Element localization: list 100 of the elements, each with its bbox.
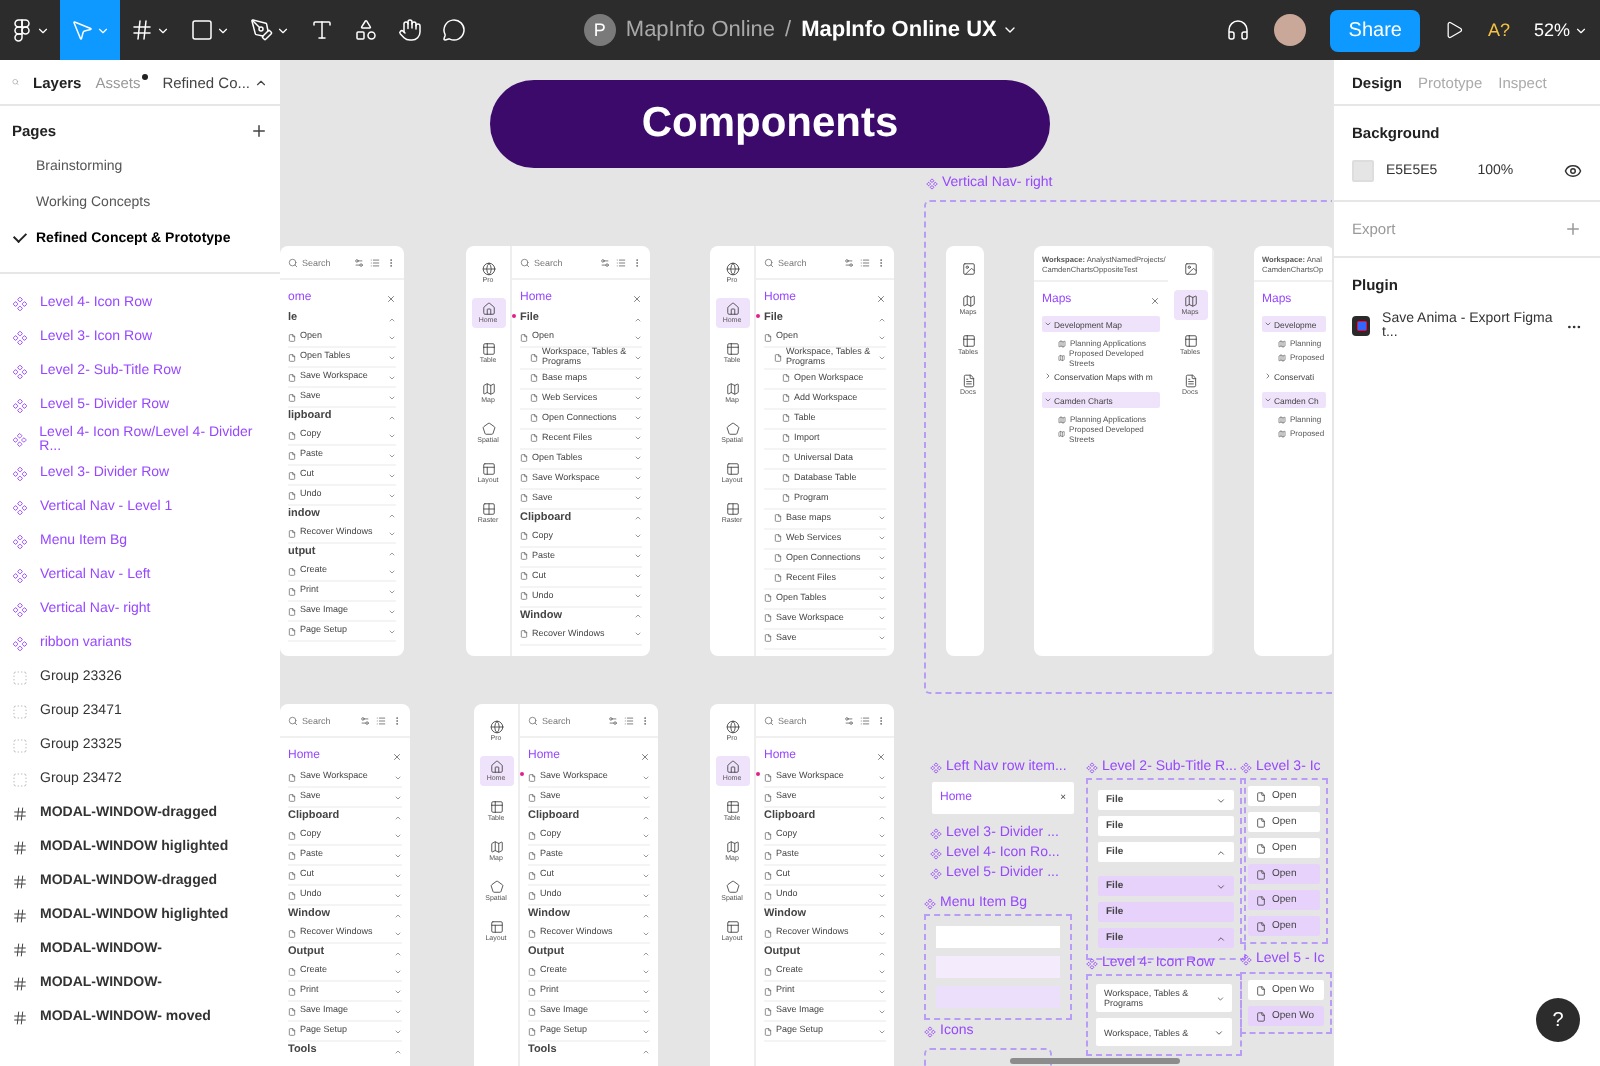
- layout-icon: [725, 462, 739, 476]
- component-icon: [12, 499, 28, 515]
- file-name[interactable]: MapInfo Online UX: [801, 18, 1019, 42]
- file-icon: [520, 333, 528, 341]
- map-icon: [725, 840, 739, 854]
- file-icon: [764, 634, 772, 643]
- component-icon: [1240, 953, 1252, 965]
- home-icon: [489, 760, 503, 774]
- layout-icon: [481, 462, 495, 476]
- map-icon: [725, 382, 739, 396]
- caret-icon: [276, 23, 290, 37]
- file-icon: [530, 394, 538, 403]
- zoom-menu[interactable]: 52%: [1533, 20, 1588, 40]
- help-button[interactable]: ?: [1536, 998, 1580, 1042]
- hash-icon: [12, 873, 28, 889]
- document-icon: [1183, 374, 1197, 388]
- map-icon: [1278, 429, 1286, 438]
- sliders-icon: [844, 257, 854, 267]
- map-icon: [1183, 294, 1197, 308]
- list-icon: [376, 715, 386, 725]
- file-icon: [528, 891, 536, 899]
- document-icon: [961, 374, 975, 388]
- caret-icon: [1574, 23, 1588, 37]
- file-icon: [288, 491, 296, 499]
- component-icon: [930, 827, 942, 839]
- file-icon: [288, 607, 296, 615]
- team-avatar: P: [583, 14, 616, 46]
- file-icon: [764, 831, 772, 839]
- file-icon: [528, 773, 536, 781]
- file-icon: [528, 967, 536, 975]
- indicator-dot: [511, 314, 515, 318]
- file-icon: [520, 630, 528, 639]
- text-tool-icon: [310, 18, 334, 42]
- map-icon: [1058, 353, 1066, 362]
- unread-dot: [142, 73, 149, 79]
- file-icon: [288, 967, 296, 975]
- file-icon: [782, 454, 790, 463]
- hash-icon: [12, 907, 28, 923]
- layout-icon: [725, 920, 739, 934]
- file-icon: [528, 1007, 536, 1015]
- eye-icon[interactable]: [1564, 162, 1582, 180]
- color-swatch[interactable]: [1352, 160, 1374, 182]
- file-icon: [288, 773, 296, 781]
- project-name: MapInfo Online: [625, 18, 776, 42]
- plus-icon[interactable]: [250, 122, 268, 140]
- play-icon[interactable]: [1443, 20, 1464, 40]
- sliders-icon: [354, 257, 364, 267]
- file-icon: [774, 554, 782, 563]
- caret-icon: [216, 23, 230, 37]
- component-icon: [930, 847, 942, 859]
- caret-icon: [156, 23, 170, 37]
- component-icon: [12, 567, 28, 583]
- file-icon: [288, 851, 296, 859]
- grid-icon: [481, 502, 495, 516]
- scrollbar[interactable]: [1010, 1058, 1180, 1064]
- component-icon: [1086, 761, 1098, 773]
- pentagon-icon: [725, 422, 739, 436]
- list-icon: [624, 715, 634, 725]
- file-icon: [764, 967, 772, 975]
- file-icon: [520, 474, 528, 483]
- list-icon: [616, 257, 626, 267]
- map-icon: [481, 382, 495, 396]
- file-icon: [1256, 921, 1266, 931]
- table-icon: [489, 800, 503, 814]
- user-avatar: [1274, 14, 1307, 46]
- component-icon: [926, 177, 938, 189]
- menu-item-background: [936, 926, 1060, 948]
- hash-icon: [12, 975, 28, 991]
- file-icon: [774, 574, 782, 583]
- file-icon: [520, 532, 528, 541]
- component-icon: [924, 1025, 936, 1037]
- file-icon: [1256, 985, 1266, 995]
- hash-icon: [12, 839, 28, 855]
- file-icon: [530, 353, 538, 362]
- file-icon: [764, 793, 772, 801]
- headphones-icon[interactable]: [1226, 18, 1251, 42]
- file-icon: [782, 394, 790, 403]
- sliders-icon: [600, 257, 610, 267]
- map-icon: [1058, 415, 1066, 424]
- globe-icon: [725, 262, 739, 276]
- sliders-icon: [360, 715, 370, 725]
- globe-icon: [489, 720, 503, 734]
- search-icon: [764, 715, 774, 725]
- file-icon: [1256, 843, 1266, 853]
- chevron-up-icon: [1216, 847, 1226, 857]
- table-icon: [725, 342, 739, 356]
- menu-item-background: [936, 956, 1060, 978]
- search-icon: [520, 257, 530, 267]
- indicator-dot: [519, 772, 523, 776]
- file-icon: [288, 871, 296, 879]
- file-icon: [764, 1027, 772, 1035]
- map-icon: [1058, 429, 1066, 438]
- file-icon: [530, 434, 538, 443]
- layout-icon: [489, 920, 503, 934]
- file-icon: [782, 434, 790, 443]
- file-icon: [764, 851, 772, 859]
- caret-icon: [1002, 22, 1019, 38]
- caret-icon: [254, 75, 268, 89]
- map-icon: [961, 294, 975, 308]
- file-icon: [288, 831, 296, 839]
